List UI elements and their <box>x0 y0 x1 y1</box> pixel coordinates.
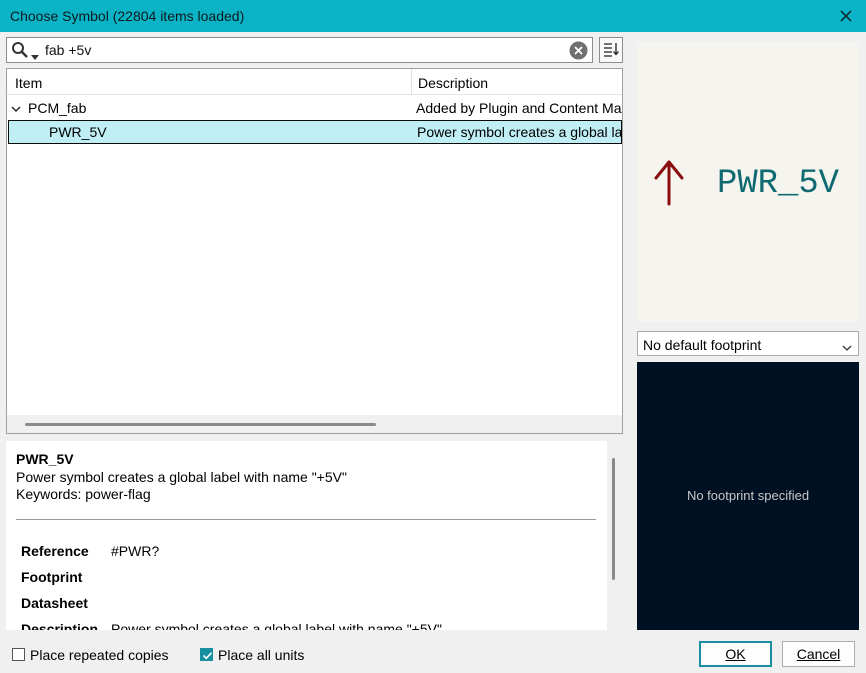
checkbox-box[interactable] <box>12 648 25 661</box>
checkbox-label: Place all units <box>218 647 305 663</box>
ok-button[interactable]: OK <box>699 641 772 667</box>
symbol-preview: PWR_5V <box>637 42 859 322</box>
column-separator[interactable] <box>411 69 412 95</box>
symbol-canvas: PWR_5V <box>654 160 840 206</box>
tree-row-library[interactable]: PCM_fab Added by Plugin and Content Mana… <box>7 96 622 120</box>
window-title: Choose Symbol (22804 items loaded) <box>10 8 245 24</box>
field-reference: Reference #PWR? <box>21 543 160 559</box>
tree-row-symbol[interactable]: PWR_5V Power symbol creates a global lab… <box>8 120 622 144</box>
symbol-description: Power symbol creates a global label with… <box>417 124 623 140</box>
divider <box>16 519 596 520</box>
clear-search-icon[interactable] <box>569 41 588 63</box>
search-icon[interactable] <box>11 41 29 62</box>
footprint-message: No footprint specified <box>686 488 810 503</box>
preview-label: PWR_5V <box>717 165 840 203</box>
close-icon[interactable] <box>826 0 866 32</box>
details-description: Power symbol creates a global label with… <box>16 469 347 485</box>
search-query[interactable]: fab +5v <box>45 42 91 58</box>
field-footprint: Footprint <box>21 569 83 585</box>
details-symbol-name: PWR_5V <box>16 451 74 467</box>
chevron-down-icon <box>842 339 852 355</box>
power-arrow-icon <box>654 160 684 206</box>
details-panel: PWR_5V Power symbol creates a global lab… <box>6 441 607 630</box>
expand-chevron-icon[interactable] <box>11 101 21 117</box>
tree-header: Item Description <box>7 69 622 95</box>
cancel-button[interactable]: Cancel <box>782 641 855 667</box>
scrollbar-thumb[interactable] <box>25 423 376 426</box>
details-keywords: Keywords: power-flag <box>16 486 151 502</box>
place-all-units-checkbox[interactable]: Place all units <box>200 647 320 663</box>
search-options-chevron-icon[interactable] <box>31 47 39 63</box>
checkbox-box-checked[interactable] <box>200 648 213 661</box>
column-item[interactable]: Item <box>15 75 42 91</box>
symbol-tree[interactable]: Item Description PCM_fab Added by Plugin… <box>6 68 623 434</box>
library-name: PCM_fab <box>28 100 87 116</box>
sort-button[interactable] <box>599 37 623 63</box>
footprint-select-value: No default footprint <box>643 337 762 353</box>
check-icon <box>202 652 213 660</box>
footprint-select[interactable]: No default footprint <box>637 331 859 356</box>
place-repeated-checkbox[interactable]: Place repeated copies <box>12 647 172 663</box>
symbol-name: PWR_5V <box>49 124 107 140</box>
column-description[interactable]: Description <box>418 75 488 91</box>
search-input[interactable]: fab +5v <box>6 37 593 63</box>
library-description: Added by Plugin and Content Manager <box>416 100 622 116</box>
footprint-preview: No footprint specified <box>637 362 859 630</box>
title-bar: Choose Symbol (22804 items loaded) <box>0 0 866 32</box>
field-description: Description Power symbol creates a global… <box>21 621 442 630</box>
field-datasheet: Datasheet <box>21 595 88 611</box>
sort-icon <box>603 41 619 60</box>
details-scrollbar[interactable] <box>612 458 615 580</box>
horizontal-scrollbar[interactable] <box>7 415 622 433</box>
checkbox-label: Place repeated copies <box>30 647 169 663</box>
